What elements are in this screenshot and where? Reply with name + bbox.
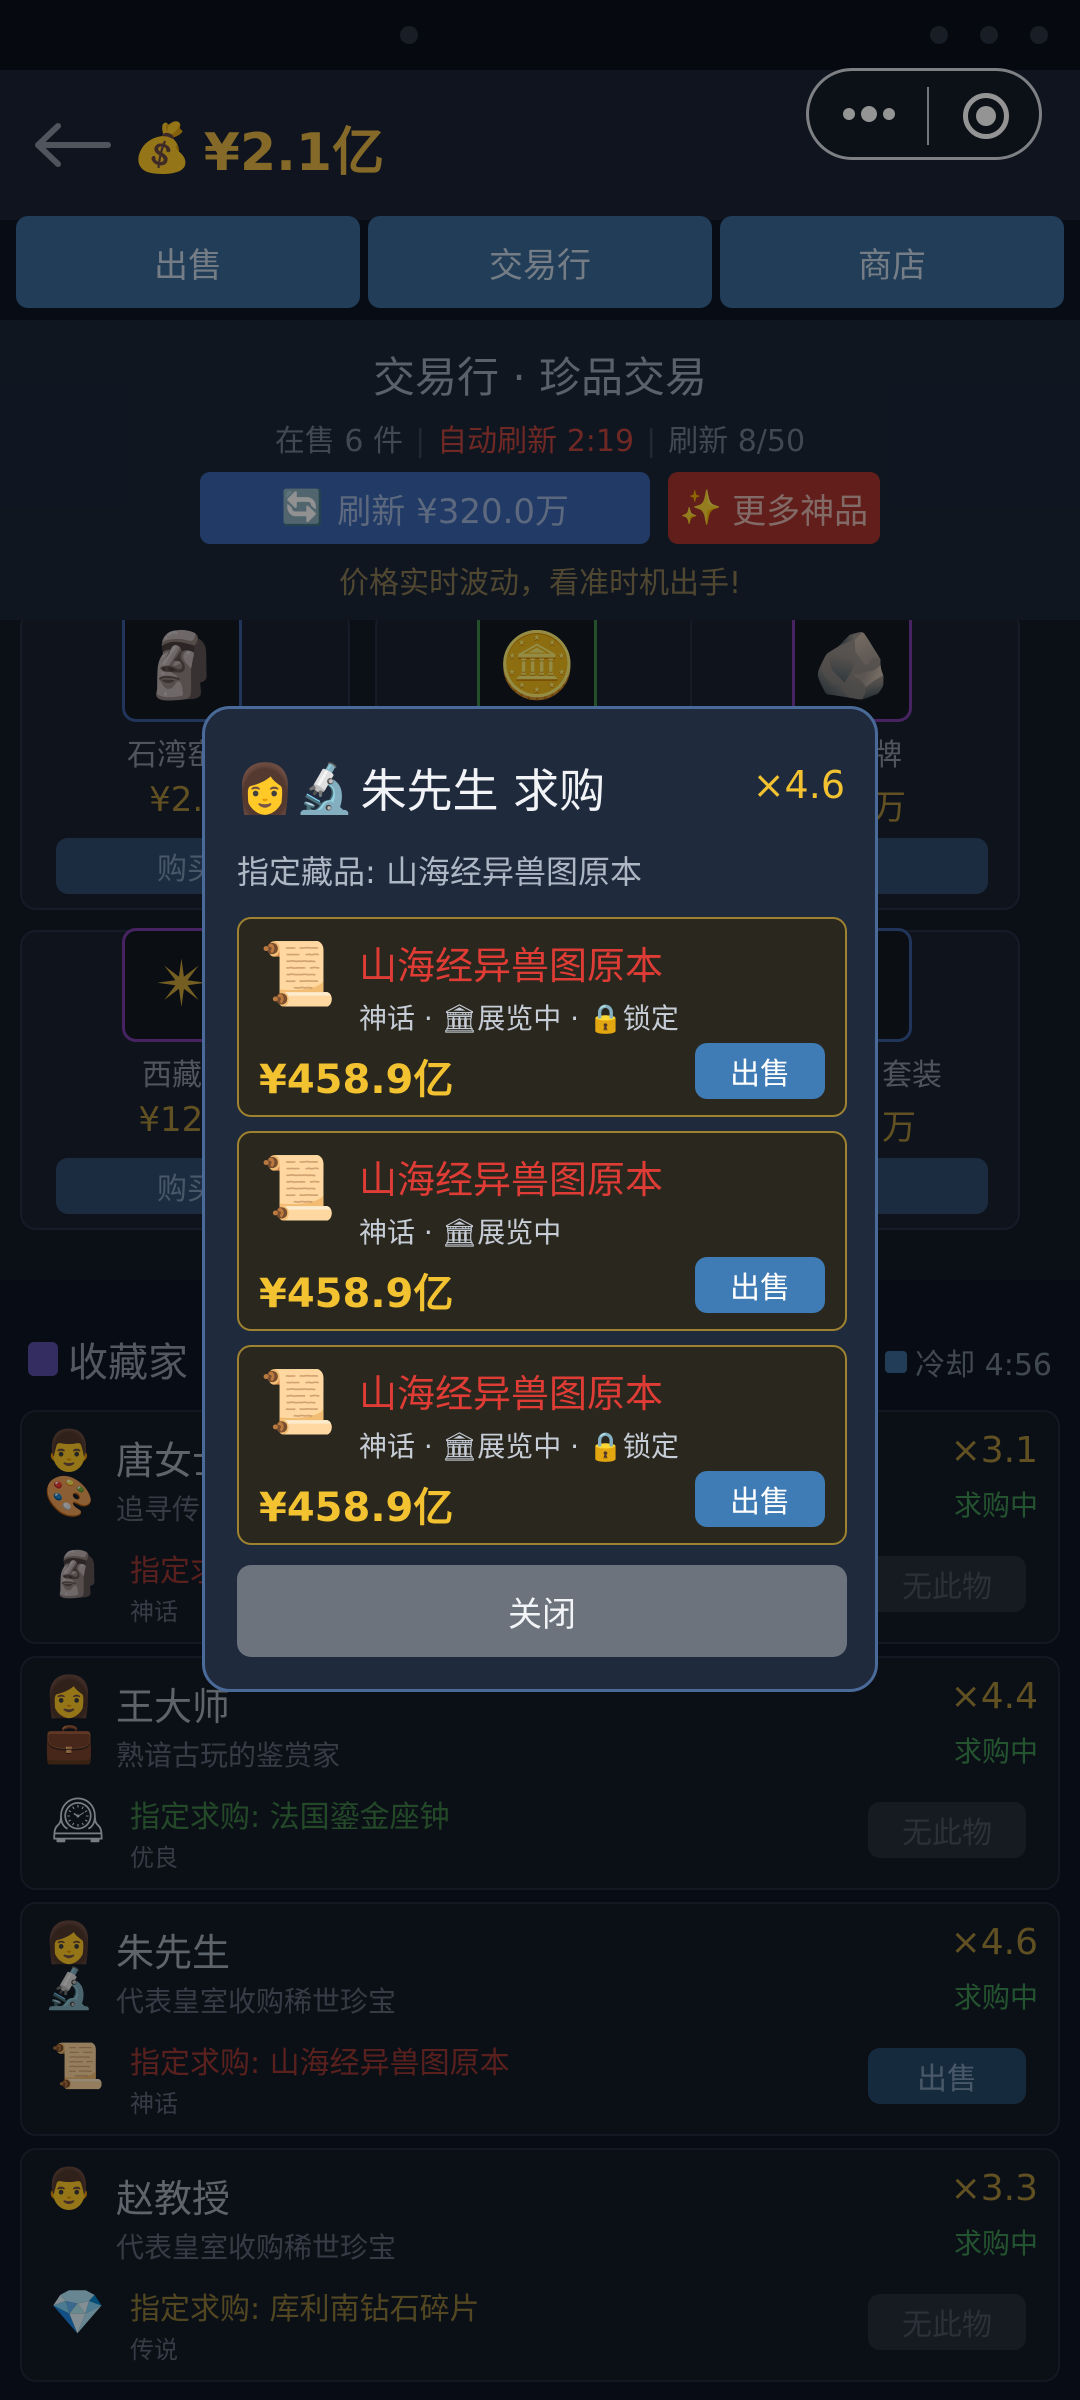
cube-icon: [28, 1342, 58, 1376]
collector-desc: 追寻传: [116, 1493, 201, 1526]
on-sale-count: 在售 6 件: [274, 424, 404, 459]
modal-header: 👩🔬 朱先生 求购: [235, 755, 605, 821]
owned-item-row: 📜 山海经异兽图原本 神话 · 🏛展览中 · 🔒锁定 ¥458.9亿 出售: [237, 917, 847, 1117]
item-price: ¥458.9亿: [259, 1057, 454, 1103]
collector-desc: 熟谙古玩的鉴赏家: [116, 1739, 341, 1772]
item-name: 山海经异兽图原本: [359, 1372, 664, 1416]
scroll-icon: 📜: [259, 1151, 337, 1224]
refresh-button[interactable]: 🔄 刷新 ¥320.0万: [200, 472, 650, 544]
capsule-divider: [927, 87, 929, 145]
card-price: 万: [872, 788, 906, 828]
sell-button[interactable]: 出售: [695, 1043, 825, 1099]
purchase-request-modal: 👩🔬 朱先生 求购 ×4.6 指定藏品: 山海经异兽图原本 📜 山海经异兽图原本…: [202, 706, 878, 1692]
status-badge: 求购中: [953, 1735, 1038, 1768]
item-tags: 神话 · 🏛展览中 · 🔒锁定: [359, 1002, 679, 1035]
item-price: ¥458.9亿: [259, 1271, 454, 1317]
search-icon: [400, 26, 418, 44]
market-stats: 在售 6 件 | 自动刷新 2:19 | 刷新 8/50: [274, 424, 806, 459]
cooldown-timer: 冷却 4:56: [885, 1340, 1052, 1384]
collector-name: 赵教授: [116, 2177, 231, 2221]
market-tip: 价格实时波动，看准时机出手!: [338, 566, 742, 601]
main-tabs: 出售 交易行 商店: [16, 216, 1064, 308]
scroll-icon: 📜: [259, 937, 337, 1010]
item-rarity: 神话: [130, 2090, 178, 2118]
wanted-item: 指定求购: 山海经异兽图原本: [130, 2046, 510, 2081]
item-name: 山海经异兽图原本: [359, 944, 664, 988]
sell-button[interactable]: 出售: [695, 1257, 825, 1313]
no-item-button[interactable]: 无此物: [868, 1556, 1026, 1612]
scientist-avatar-icon: 👩🔬: [235, 760, 355, 817]
status-badge: 求购中: [953, 1981, 1038, 2014]
money-bag-icon: 💰: [132, 120, 192, 176]
price-multiplier: ×3.3: [950, 2168, 1038, 2209]
back-arrow-icon[interactable]: [32, 122, 112, 168]
tab-market[interactable]: 交易行: [368, 216, 712, 308]
wanted-item: 指定求购: 库利南钻石碎片: [130, 2292, 480, 2327]
sell-button[interactable]: 出售: [695, 1471, 825, 1527]
timer-icon: [885, 1351, 908, 1373]
auto-refresh-timer: 自动刷新 2:19: [437, 424, 635, 459]
item-rarity: 优良: [130, 1844, 178, 1872]
close-miniprogram-icon[interactable]: [963, 93, 1009, 139]
sparkles-icon: ✨: [679, 488, 723, 528]
sell-button[interactable]: 出售: [868, 2048, 1026, 2104]
collector-card: 👨 赵教授 代表皇室收购稀世珍宝 ×3.3 求购中 💎 指定求购: 库利南钻石碎…: [20, 2148, 1060, 2382]
item-tags: 神话 · 🏛展览中 · 🔒锁定: [359, 1430, 679, 1463]
owned-item-row: 📜 山海经异兽图原本 神话 · 🏛展览中 · 🔒锁定 ¥458.9亿 出售: [237, 1345, 847, 1545]
modal-multiplier: ×4.6: [752, 763, 845, 807]
collector-desc: 代表皇室收购稀世珍宝: [116, 1985, 397, 2018]
price-multiplier: ×3.1: [950, 1430, 1038, 1471]
item-tags: 神话 · 🏛展览中: [359, 1216, 562, 1249]
item-icon: 🕰: [50, 1795, 106, 1846]
cooldown-text: 冷却 4:56: [915, 1348, 1052, 1383]
no-item-button[interactable]: 无此物: [868, 2294, 1026, 2350]
collectors-title-text: 收藏家: [68, 1340, 188, 1386]
scroll-icon: 📜: [259, 1365, 337, 1438]
collector-name: 朱先生: [116, 1931, 231, 1975]
refresh-icon: 🔄: [280, 488, 324, 528]
more-items-label: 更多神品: [732, 491, 869, 532]
status-bar: [0, 0, 1080, 70]
item-icon: 💎: [50, 2287, 105, 2338]
item-icon: 📜: [50, 2041, 105, 2092]
status-badge: 求购中: [953, 2227, 1038, 2260]
tab-shop[interactable]: 商店: [720, 216, 1064, 308]
modal-subtitle: 指定藏品: 山海经异兽图原本: [237, 853, 642, 891]
collectors-title: 收藏家: [28, 1330, 188, 1388]
bell-icon: [930, 26, 948, 44]
miniprogram-capsule: [806, 68, 1042, 160]
status-badge: 求购中: [953, 1489, 1038, 1522]
price-multiplier: ×4.6: [950, 1922, 1038, 1963]
collector-card: 👩 🔬 朱先生 代表皇室收购稀世珍宝 ×4.6 求购中 📜 指定求购: 山海经异兽…: [20, 1902, 1060, 2136]
money-value: ¥2.1亿: [203, 123, 385, 183]
more-items-button[interactable]: ✨ 更多神品: [668, 472, 880, 544]
refresh-button-label: 刷新 ¥320.0万: [337, 491, 570, 532]
card-name: 套装: [882, 1058, 942, 1093]
card-price: 万: [882, 1108, 916, 1148]
user-icon: [980, 26, 998, 44]
market-header: 交易行 · 珍品交易 在售 6 件 | 自动刷新 2:19 | 刷新 8/50 🔄 刷新…: [0, 320, 1080, 620]
no-item-button[interactable]: 无此物: [868, 1802, 1026, 1858]
refresh-count: 刷新 8/50: [668, 424, 806, 459]
wanted-item: 指定求购: 法国鎏金座钟: [130, 1800, 450, 1835]
price-multiplier: ×4.4: [950, 1676, 1038, 1717]
modal-title: 朱先生 求购: [360, 764, 606, 818]
more-icon[interactable]: [841, 99, 897, 129]
tab-sell[interactable]: 出售: [16, 216, 360, 308]
close-button[interactable]: 关闭: [237, 1565, 847, 1657]
item-rarity: 传说: [130, 2336, 178, 2364]
owned-item-row: 📜 山海经异兽图原本 神话 · 🏛展览中 ¥458.9亿 出售: [237, 1131, 847, 1331]
item-icon: 🗿: [50, 1549, 105, 1600]
collector-desc: 代表皇室收购稀世珍宝: [116, 2231, 397, 2264]
item-price: ¥458.9亿: [259, 1485, 454, 1531]
app-root: 💰 ¥2.1亿 出售 交易行 商店 交易行 · 珍品交易 在售 6 件 | 自动刷新…: [0, 0, 1080, 2400]
money-display: 💰 ¥2.1亿: [132, 110, 384, 185]
menu-icon: [1030, 26, 1048, 44]
item-name: 山海经异兽图原本: [359, 1158, 664, 1202]
item-rarity: 神话: [130, 1598, 178, 1626]
market-title: 交易行 · 珍品交易: [372, 353, 708, 402]
